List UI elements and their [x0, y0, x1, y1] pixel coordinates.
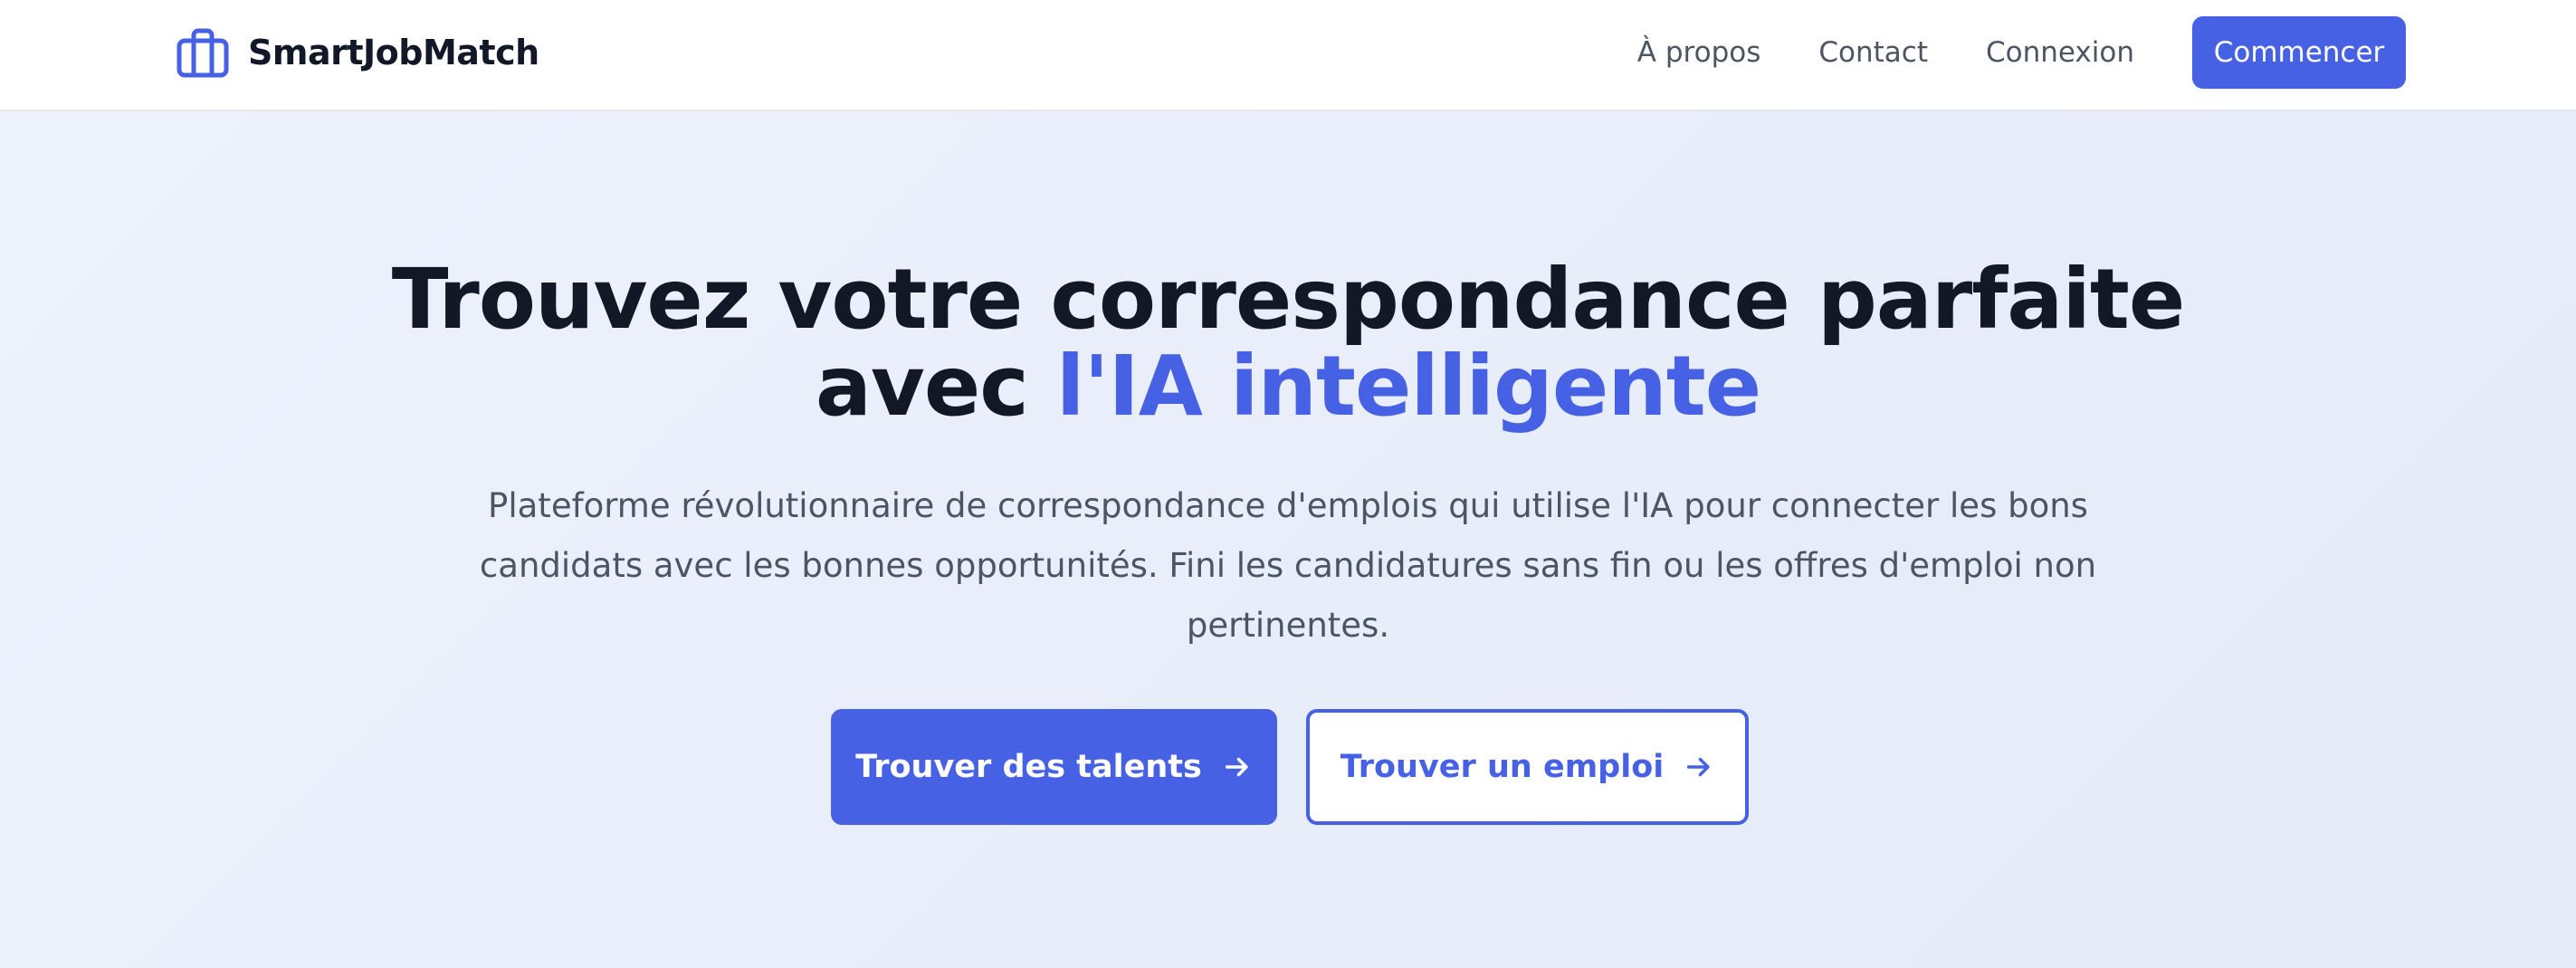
find-job-button[interactable]: Trouver un emploi: [1306, 709, 1749, 825]
get-started-button[interactable]: Commencer: [2192, 16, 2406, 89]
hero-subtitle: Plateforme révolutionnaire de correspond…: [479, 486, 2097, 645]
hero-title: Trouvez votre correspondance parfaite av…: [0, 256, 2576, 430]
find-job-label: Trouver un emploi: [1340, 749, 1665, 785]
brand-name: SmartJobMatch: [248, 33, 539, 72]
find-talent-label: Trouver des talents: [855, 749, 1202, 785]
find-talent-button[interactable]: Trouver des talents: [831, 709, 1277, 825]
nav-link-contact[interactable]: Contact: [1818, 36, 1928, 69]
arrow-right-icon: [1225, 757, 1248, 777]
arrow-right-icon: [1687, 757, 1710, 777]
hero-section: Trouvez votre correspondance parfaite av…: [0, 111, 2576, 968]
main-nav: À propos Contact Connexion Commencer: [1637, 16, 2406, 89]
hero-title-line1: Trouvez votre correspondance parfaite: [391, 251, 2186, 348]
brand-logo[interactable]: SmartJobMatch: [176, 27, 539, 78]
hero-title-line2-prefix: avec: [815, 338, 1056, 435]
briefcase-icon: [177, 28, 229, 78]
hero-title-accent: l'IA intelligente: [1055, 338, 1761, 435]
site-header: SmartJobMatch À propos Contact Connexion…: [0, 0, 2576, 111]
nav-link-login[interactable]: Connexion: [1986, 36, 2134, 69]
nav-link-about[interactable]: À propos: [1637, 36, 1761, 69]
